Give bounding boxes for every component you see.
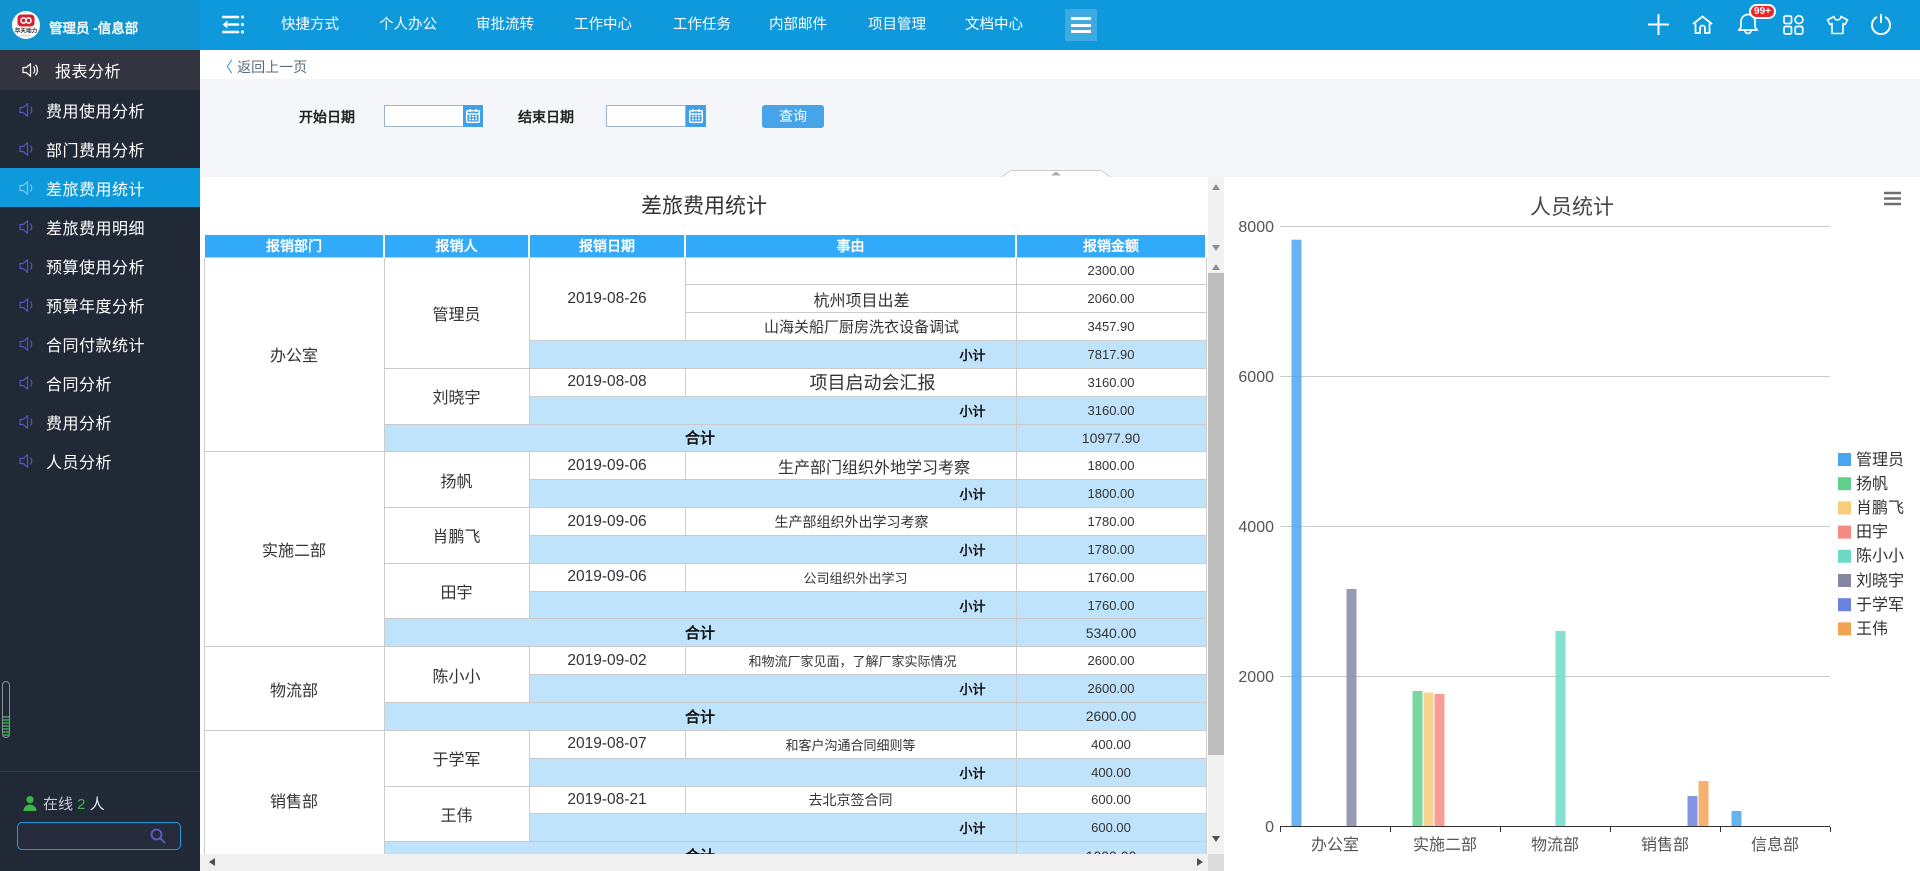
svg-text:人员统计: 人员统计 [1530,196,1614,219]
svg-text:8000: 8000 [1238,219,1274,236]
svg-text:田宇: 田宇 [1856,523,1888,541]
svg-text:2000: 2000 [1238,669,1274,686]
svg-text:于学军: 于学军 [1856,596,1904,614]
svg-text:6000: 6000 [1238,369,1274,386]
svg-text:PORT: PORT [21,34,32,38]
svg-text:刘晓宇: 刘晓宇 [1856,572,1904,590]
svg-text:4000: 4000 [1238,519,1274,536]
svg-text:管理员: 管理员 [1856,451,1904,469]
svg-text:0: 0 [1265,819,1274,836]
svg-text:肖鹏飞: 肖鹏飞 [1856,499,1904,517]
svg-text:实施二部: 实施二部 [1413,836,1477,854]
svg-text:王伟: 王伟 [1856,620,1888,638]
svg-text:办公室: 办公室 [1311,836,1359,854]
svg-text:物流部: 物流部 [1531,836,1579,854]
svg-text:陈小小: 陈小小 [1856,547,1904,565]
svg-text:销售部: 销售部 [1641,836,1689,854]
svg-text:信息部: 信息部 [1751,836,1799,854]
svg-text:扬帆: 扬帆 [1856,475,1888,493]
